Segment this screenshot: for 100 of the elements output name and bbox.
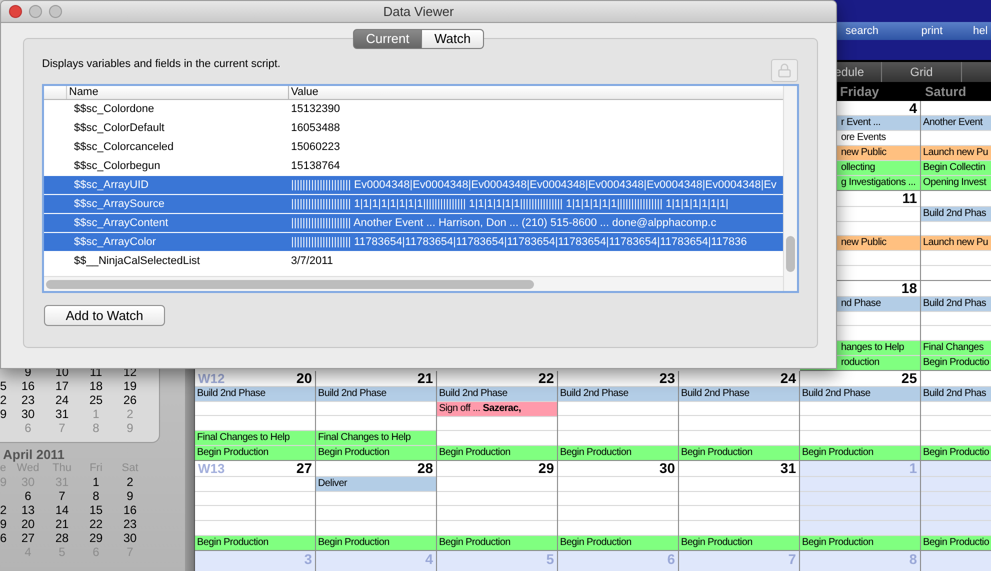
event-bar[interactable]: Opening Invest [921,175,991,190]
menu-link[interactable]: hel [967,22,991,40]
add-to-watch-button[interactable]: Add to Watch [44,305,165,326]
calendar-day[interactable]: 9 [0,407,11,421]
event-bar[interactable]: Build 2nd Phase [679,386,799,401]
calendar-day[interactable]: 6 [11,489,45,503]
segment-tab[interactable]: Watch [422,29,484,49]
table-row[interactable]: $$__NinjaCalSelectedList 3/7/2011 [44,252,783,271]
calendar-day[interactable]: 15 [79,503,113,517]
calendar-day[interactable]: 25 [79,393,113,407]
zoom-button[interactable] [49,5,62,18]
calendar-day[interactable]: 26 [113,393,147,407]
day-number: 24 [780,371,796,386]
day-number: 3 [304,552,312,566]
calendar-day[interactable]: 16 [113,503,147,517]
event-bar[interactable]: Begin Production [800,534,920,550]
event-bar[interactable]: Begin Production [195,534,315,550]
calendar-day[interactable]: 23 [11,393,45,407]
calendar-day[interactable]: 30 [113,531,147,545]
description-text: Displays variables and fields in the current script. [42,58,280,71]
calendar-day[interactable]: 2 [113,475,147,489]
event-bar[interactable]: Sign off ... Sazerac, [437,400,557,416]
event-bar[interactable]: Build 2nd Phas [921,206,991,221]
event-bar[interactable]: Build 2nd Phas [921,386,991,401]
table-row[interactable]: $$sc_ArrayColor ||||||||||||||||||||| 11783654|11783654|11783654|11783654|11783654|11783654|11783654|117836 [44,233,783,252]
event-bar[interactable]: Begin Production [800,444,920,460]
event-bar[interactable]: Final Changes [921,340,991,355]
event-bar[interactable]: Begin Productio [921,444,991,460]
event-bar[interactable]: Begin Production [437,445,557,460]
calendar-day[interactable]: 2 [0,503,11,517]
calendar-day[interactable]: 19 [113,379,147,393]
calendar-day[interactable]: 24 [45,393,79,407]
event-bar[interactable]: Begin Production [558,444,678,460]
event-bar[interactable]: Build 2nd Phase [316,386,436,401]
event-bar[interactable]: Build 2nd Phas [921,296,991,311]
calendar-day[interactable]: 29 [79,531,113,545]
calendar-day[interactable]: 23 [113,517,147,531]
event-bar[interactable]: Begin Production [195,445,315,460]
event-bar[interactable]: Begin Productio [921,534,991,550]
table-row[interactable]: $$sc_ArrayContent ||||||||||||||||||||| Another Event ... Harrison, Don ... (210) 515-8600 ... done@alpphacomp.c [44,214,783,233]
table-cell-text: 16053488 [290,120,340,136]
calendar-day[interactable]: 2 [0,393,11,407]
table-row[interactable]: $$sc_Colordone 15132390 [44,100,783,119]
calendar-day[interactable]: 5 [0,379,11,393]
calendar-day[interactable]: 9 [0,517,11,531]
event-bar[interactable]: Final Changes to Help [195,430,315,445]
table-row[interactable]: $$sc_Colorcanceled 15060223 [44,138,783,157]
close-button[interactable] [9,5,22,18]
calendar-day[interactable]: 27 [11,531,45,545]
calendar-day[interactable]: 13 [11,503,45,517]
event-bar[interactable]: Another Event [921,115,991,130]
calendar-day[interactable]: 28 [45,531,79,545]
event-bar[interactable]: Begin Production [558,534,678,550]
column-header[interactable]: Value [289,86,318,99]
calendar-day[interactable]: 17 [45,379,79,393]
calendar-day[interactable]: 20 [11,517,45,531]
day-number: 20 [296,371,312,386]
event-bar[interactable]: Build 2nd Phase [558,386,678,401]
event-bar[interactable]: Begin Production [437,534,557,550]
calendar-day[interactable]: 31 [45,407,79,421]
table-cell-text: $$sc_ArraySource [73,196,166,212]
table-row[interactable]: $$sc_ArrayUID ||||||||||||||||||||| Ev0004348|Ev0004348|Ev0004348|Ev0004348|Ev0004348|Ev0004348|Ev0004348|Ev [44,176,783,195]
event-bar[interactable]: Begin Production [316,445,436,460]
minimize-button[interactable] [29,5,42,18]
event-bar[interactable]: Build 2nd Phase [195,386,315,401]
table-row[interactable]: $$sc_ArraySource ||||||||||||||||||||| 1|1|1|1|1|1|1|1||||||||||||||| 1|1|1|1|1|1||||||||||||||| 1|1|1|1|1|1|||||||||||||||| 1|1|1|1|1|1|1| [44,195,783,214]
event-bar[interactable]: Begin Production [679,534,799,550]
event-bar[interactable]: Begin Production [316,534,436,550]
table-row[interactable]: $$sc_ColorDefault 16053488 [44,119,783,138]
horizontal-scrollbar[interactable] [44,276,783,291]
view-tab[interactable]: Grid [882,62,962,82]
menu-link[interactable]: print [897,22,967,40]
calendar-day[interactable]: 7 [45,489,79,503]
calendar-day[interactable]: 14 [45,503,79,517]
calendar-day[interactable]: 9 [113,489,147,503]
lock-button[interactable] [771,59,798,82]
segment-tab[interactable]: Current [353,29,422,49]
calendar-day[interactable]: 22 [79,517,113,531]
column-header[interactable]: Name [67,86,289,99]
calendar-day[interactable]: 6 [0,531,11,545]
event-bar[interactable]: Launch new Pu [921,235,991,250]
calendar-day[interactable]: 21 [45,517,79,531]
event-bar[interactable]: Begin Collectin [921,160,991,175]
calendar-day[interactable]: 16 [11,379,45,393]
calendar-day[interactable]: 1 [79,475,113,489]
event-bar[interactable]: Build 2nd Phase [437,386,557,401]
event-bar[interactable]: Begin Productio [921,355,991,370]
vertical-scrollbar[interactable] [783,86,797,291]
event-bar[interactable]: Begin Production [679,444,799,460]
event-bar[interactable]: Launch new Pu [921,145,991,160]
table-cell-text: $$sc_Colordone [73,102,156,117]
calendar-day[interactable]: 30 [11,407,45,421]
table-cell-text: ||||||||||||||||||||| 11783654|11783654|11783654|11783654|11783654|11783654|11783654|117836 [290,234,747,250]
event-bar[interactable]: Build 2nd Phase [800,386,920,401]
event-bar[interactable]: Deliver [316,476,436,491]
calendar-day[interactable]: 8 [79,489,113,503]
view-tab[interactable] [962,62,991,82]
calendar-day[interactable]: 18 [79,379,113,393]
event-bar[interactable]: Final Changes to Help [316,430,436,445]
table-cell-text: $$sc_Colorbegun [73,158,162,174]
